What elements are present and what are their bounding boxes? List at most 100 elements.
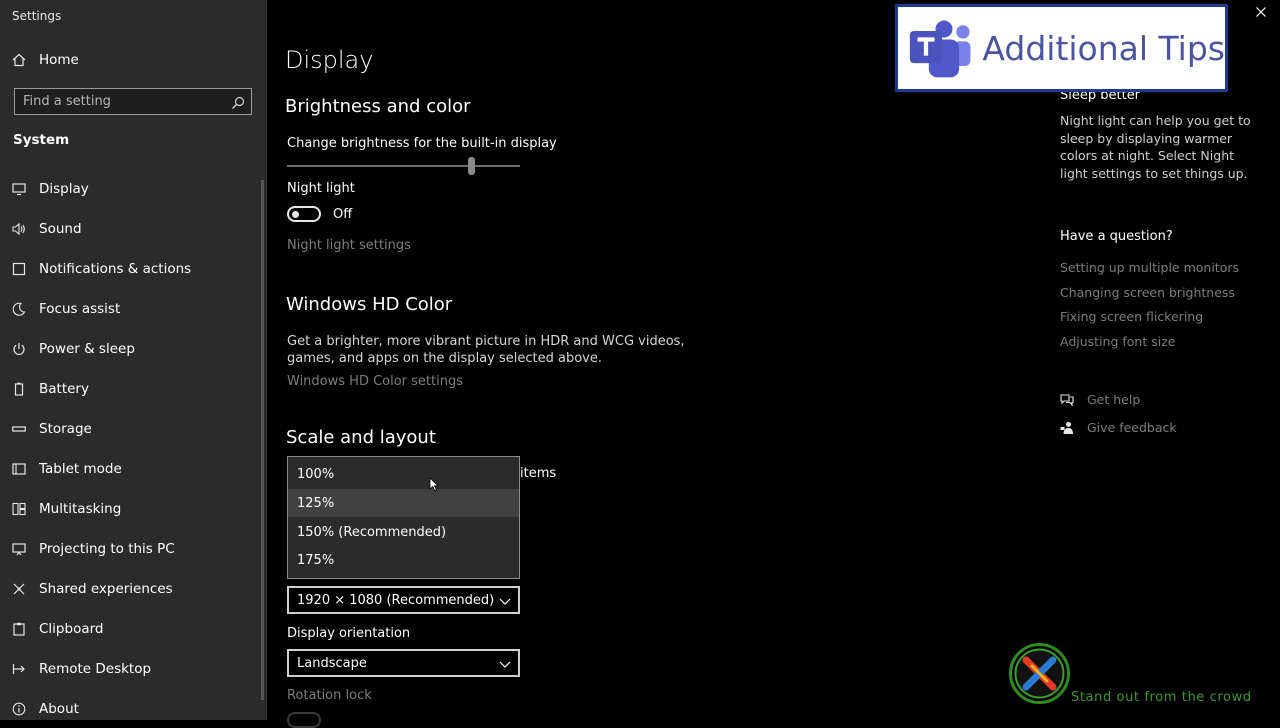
night-light-label: Night light (287, 181, 355, 196)
sidebar-item-label: Tablet mode (39, 461, 122, 477)
night-light-settings-link[interactable]: Night light settings (287, 238, 411, 253)
question-heading: Have a question? (1060, 229, 1173, 244)
moon-icon (12, 302, 26, 316)
scale-option-175[interactable]: 175% (288, 546, 519, 574)
sidebar-item-label: Shared experiences (39, 581, 173, 597)
notification-icon (12, 262, 26, 276)
rotation-lock-toggle[interactable] (287, 712, 321, 728)
brightness-slider-thumb[interactable] (468, 157, 476, 175)
scale-option-label: 150% (Recommended) (297, 524, 447, 540)
sidebar-item-clipboard[interactable]: Clipboard (0, 611, 267, 647)
sidebar-item-label: Power & sleep (39, 341, 135, 357)
help-link-monitors[interactable]: Setting up multiple monitors (1060, 260, 1239, 275)
scale-option-label: 175% (297, 552, 335, 568)
tablet-icon (12, 462, 26, 476)
search-placeholder: Find a setting (23, 94, 111, 109)
night-light-toggle[interactable] (287, 206, 321, 222)
sidebar-item-label: Battery (39, 381, 89, 397)
orientation-value: Landscape (297, 655, 367, 671)
speaker-icon (12, 222, 26, 236)
shared-icon (12, 582, 26, 596)
sidebar-item-label: Notifications & actions (39, 261, 192, 277)
watermark-logo-icon (1009, 643, 1070, 704)
sidebar-item-label: Display (39, 181, 89, 197)
brightness-heading: Brightness and color (285, 96, 471, 117)
close-icon[interactable] (1254, 5, 1268, 19)
multitasking-icon (12, 502, 26, 516)
sidebar-item-shared-experiences[interactable]: Shared experiences (0, 571, 267, 607)
toggle-knob (292, 211, 299, 218)
sidebar-item-notifications[interactable]: Notifications & actions (0, 251, 267, 287)
projecting-icon (12, 542, 26, 556)
sidebar-item-multitasking[interactable]: Multitasking (0, 491, 267, 527)
scale-option-100[interactable]: 100% (288, 460, 519, 488)
scale-option-125[interactable]: 125% (288, 489, 519, 517)
sidebar-scrollbar[interactable] (261, 180, 264, 700)
home-icon (12, 53, 26, 67)
remote-desktop-icon (12, 662, 26, 676)
chevron-down-icon (498, 593, 512, 607)
nav-home[interactable]: Home (0, 42, 267, 78)
sidebar-item-label: Clipboard (39, 621, 104, 637)
section-title-system: System (13, 132, 70, 148)
night-light-state: Off (333, 207, 353, 222)
scale-dropdown-popup[interactable]: 100% 125% 150% (Recommended) 175% (287, 456, 520, 579)
hd-color-heading: Windows HD Color (286, 294, 453, 315)
nav-home-label: Home (39, 52, 79, 68)
sidebar-item-storage[interactable]: Storage (0, 411, 267, 447)
teams-logo-icon (909, 20, 971, 78)
sidebar-item-remote-desktop[interactable]: Remote Desktop (0, 651, 267, 687)
sidebar-item-label: Remote Desktop (39, 661, 152, 677)
sidebar-item-label: About (39, 701, 79, 717)
help-link-font-size[interactable]: Adjusting font size (1060, 334, 1175, 349)
power-icon (12, 342, 26, 356)
hd-color-description-line-2: games, and apps on the display selected … (287, 351, 602, 366)
sidebar-item-projecting[interactable]: Projecting to this PC (0, 531, 267, 567)
additional-tips-banner: Additional Tips (895, 4, 1228, 92)
orientation-dropdown[interactable]: Landscape (287, 649, 520, 677)
help-link-brightness[interactable]: Changing screen brightness (1060, 285, 1235, 300)
scale-heading: Scale and layout (286, 427, 436, 448)
sidebar-item-label: Focus assist (39, 301, 121, 317)
brightness-label: Change brightness for the built-in displ… (287, 136, 557, 151)
give-feedback-link[interactable]: Give feedback (1087, 420, 1177, 435)
page-title: Display (285, 46, 374, 74)
watermark-text: Stand out from the crowd (1071, 690, 1252, 705)
orientation-label: Display orientation (287, 626, 411, 641)
sidebar-item-sound[interactable]: Sound (0, 211, 267, 247)
app-title: Settings (12, 9, 62, 23)
clipboard-icon (12, 622, 26, 636)
sidebar-item-label: Storage (39, 421, 92, 437)
scale-option-150[interactable]: 150% (Recommended) (288, 518, 519, 546)
banner-text: Additional Tips (982, 28, 1225, 68)
get-help-link[interactable]: Get help (1087, 392, 1140, 407)
storage-icon (12, 422, 26, 436)
hd-color-description-line-1: Get a brighter, more vibrant picture in … (287, 334, 685, 349)
scale-option-label: 125% (297, 495, 335, 511)
sidebar-item-display[interactable]: Display (0, 171, 267, 207)
brightness-slider[interactable] (287, 165, 520, 167)
help-link-flickering[interactable]: Fixing screen flickering (1060, 309, 1203, 324)
scale-label-partial: items (520, 466, 557, 481)
sidebar-item-battery[interactable]: Battery (0, 371, 267, 407)
chat-help-icon (1060, 392, 1074, 407)
sidebar-item-label: Sound (39, 221, 82, 237)
resolution-dropdown[interactable]: 1920 × 1080 (Recommended) (287, 586, 520, 614)
sidebar-item-tablet-mode[interactable]: Tablet mode (0, 451, 267, 487)
sidebar-item-label: Multitasking (39, 501, 122, 517)
feedback-icon (1060, 420, 1074, 434)
main-content: Display Brightness and color Change brig… (267, 0, 1280, 728)
mouse-cursor-icon (429, 477, 439, 492)
sidebar-item-focus-assist[interactable]: Focus assist (0, 291, 267, 327)
hd-color-settings-link[interactable]: Windows HD Color settings (287, 374, 463, 389)
chevron-down-icon (498, 656, 512, 670)
sidebar-item-power-sleep[interactable]: Power & sleep (0, 331, 267, 367)
sidebar-item-about[interactable]: About (0, 691, 267, 727)
search-icon[interactable] (231, 95, 245, 109)
scale-option-label: 100% (297, 466, 335, 482)
battery-icon (12, 382, 26, 396)
info-icon (12, 702, 26, 716)
search-input[interactable]: Find a setting (14, 88, 252, 115)
monitor-icon (12, 182, 26, 196)
sidebar-item-label: Projecting to this PC (39, 541, 175, 557)
